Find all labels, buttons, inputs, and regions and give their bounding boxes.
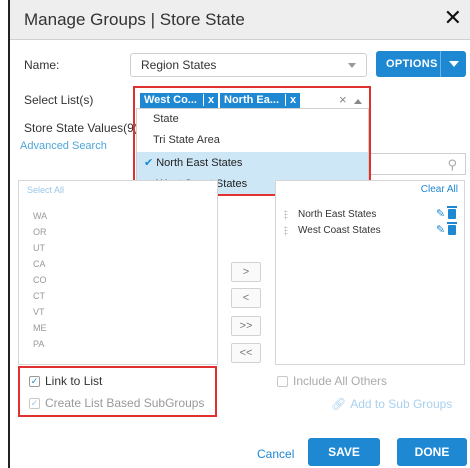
list-item[interactable]: VT <box>33 307 45 317</box>
options-button[interactable]: OPTIONS <box>376 51 466 77</box>
edit-icon[interactable]: ✎ <box>436 207 445 220</box>
trash-icon[interactable] <box>447 222 457 235</box>
include-all-others-label: Include All Others <box>293 374 388 388</box>
options-button-label: OPTIONS <box>386 58 438 70</box>
drag-handle-icon[interactable] <box>284 210 288 220</box>
dialog-titlebar: Manage Groups | Store State ✕ <box>10 0 470 40</box>
list-item[interactable]: OR <box>33 227 47 237</box>
close-icon[interactable]: ✕ <box>444 6 462 30</box>
list-item[interactable]: CA <box>33 259 46 269</box>
move-right-button[interactable]: > <box>231 262 261 282</box>
selected-values-panel: Clear All North East States ✎ West Coast… <box>275 180 465 365</box>
edit-icon[interactable]: ✎ <box>436 223 445 236</box>
available-values-panel: Select All WA OR UT CA CO CT VT ME PA <box>18 180 218 365</box>
select-lists-label: Select List(s) <box>24 93 94 107</box>
name-label: Name: <box>24 58 60 72</box>
list-item[interactable]: North East States ✎ <box>284 206 462 224</box>
chevron-down-icon <box>348 63 356 68</box>
link-icon: 🔗︎ <box>331 397 347 411</box>
store-state-values-label: Store State Values(9) <box>24 121 138 135</box>
move-left-button[interactable]: < <box>231 288 261 308</box>
chevron-down-icon[interactable] <box>449 61 459 67</box>
name-select-value: Region States <box>141 58 217 72</box>
list-item[interactable]: UT <box>33 243 45 253</box>
list-item[interactable]: PA <box>33 339 44 349</box>
trash-icon[interactable] <box>447 206 457 219</box>
move-all-left-button[interactable]: << <box>231 343 261 363</box>
save-button[interactable]: SAVE <box>308 438 380 466</box>
add-to-sub-groups-label: Add to Sub Groups <box>350 397 453 411</box>
move-all-right-button[interactable]: >> <box>231 316 261 336</box>
list-item[interactable]: WA <box>33 211 47 221</box>
highlight-box-checkboxes <box>18 366 217 417</box>
list-item[interactable]: CT <box>33 291 45 301</box>
list-item[interactable]: West Coast States ✎ <box>284 222 462 240</box>
search-icon: ⚲ <box>447 157 457 172</box>
include-all-others-checkbox[interactable] <box>277 376 288 387</box>
list-item[interactable]: ME <box>33 323 47 333</box>
done-button[interactable]: DONE <box>397 438 467 466</box>
drag-handle-icon[interactable] <box>284 226 288 236</box>
clear-all-link[interactable]: Clear All <box>421 184 458 195</box>
list-item-label: West Coast States <box>298 225 381 236</box>
list-item-label: North East States <box>298 209 377 220</box>
name-select[interactable]: Region States <box>130 53 367 77</box>
cancel-button[interactable]: Cancel <box>257 447 294 461</box>
list-item[interactable]: CO <box>33 275 47 285</box>
search-input[interactable]: ⚲ <box>370 153 466 175</box>
dialog-title: Manage Groups | Store State <box>24 10 245 29</box>
add-to-sub-groups-link[interactable]: 🔗︎ Add to Sub Groups <box>331 397 452 411</box>
advanced-search-link[interactable]: Advanced Search <box>20 140 107 152</box>
select-all-link[interactable]: Select All <box>27 185 64 195</box>
